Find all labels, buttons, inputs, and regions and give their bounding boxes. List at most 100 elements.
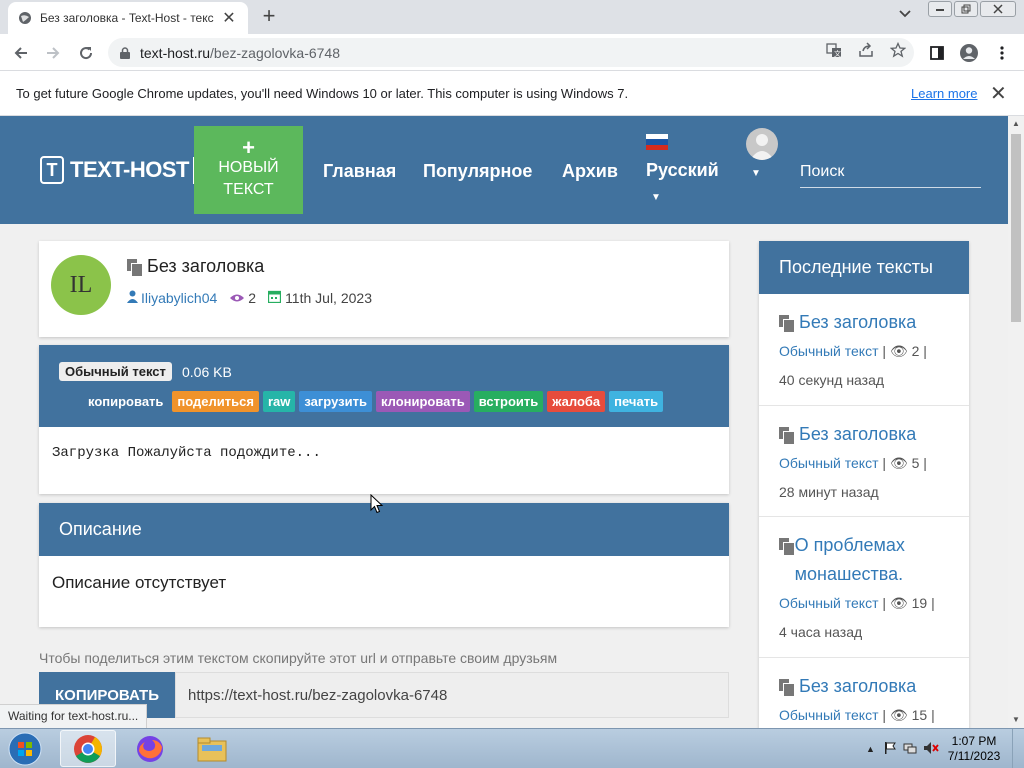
nav-archive[interactable]: Архив (562, 161, 618, 182)
recent-item: О проблемах монашества. Обычный текст | … (759, 517, 969, 658)
recent-item: Без заголовка Обычный текст | 👁 5 | 28 м… (759, 406, 969, 517)
post-title: Без заголовка (147, 256, 265, 276)
download-button[interactable]: загрузить (299, 391, 372, 412)
recent-texts-heading: Последние тексты (759, 241, 969, 294)
recent-type[interactable]: Обычный текст (779, 343, 879, 359)
recent-type[interactable]: Обычный текст (779, 707, 879, 723)
url-host: text-host.ru (140, 44, 211, 61)
browser-menu-icon[interactable] (989, 40, 1015, 66)
svg-text:文: 文 (834, 49, 841, 58)
recent-title[interactable]: Без заголовка (799, 672, 916, 701)
back-arrow-icon[interactable] (8, 40, 34, 66)
recent-meta: Обычный текст | 👁 15 | (779, 707, 935, 723)
post-info-card: IL Без заголовка Iliyabylich04 2 11th Ju… (39, 241, 729, 337)
recent-title-row[interactable]: Без заголовка (779, 308, 949, 337)
recent-time: 4 часа назад (779, 624, 863, 640)
page-scrollbar[interactable]: ▲ ▼ (1008, 116, 1024, 728)
eye-icon: 👁 (889, 595, 908, 611)
restore-window-button[interactable] (954, 1, 978, 17)
side-panel-icon[interactable] (924, 40, 950, 66)
update-infobar: To get future Google Chrome updates, you… (0, 71, 1024, 116)
tab-close-icon[interactable]: ✕ (220, 8, 238, 28)
learn-more-link[interactable]: Learn more (911, 86, 977, 101)
recent-title-row[interactable]: Без заголовка (779, 420, 949, 449)
forward-arrow-icon[interactable] (40, 40, 66, 66)
lock-icon[interactable] (120, 46, 130, 59)
nav-popular[interactable]: Популярное (423, 161, 532, 182)
show-desktop-button[interactable] (1012, 729, 1024, 768)
page-viewport: T TEXT-HOST RU + НОВЫЙ ТЕКСТ Главная Поп… (0, 116, 1008, 728)
report-button[interactable]: жалоба (547, 391, 606, 412)
scroll-up-arrow-icon[interactable]: ▲ (1008, 116, 1024, 132)
taskbar-clock[interactable]: 1:07 PM 7/11/2023 (944, 734, 1004, 764)
raw-button[interactable]: raw (262, 391, 296, 412)
firefox-taskbar-icon[interactable] (122, 730, 178, 767)
recent-title-row[interactable]: Без заголовка (779, 672, 949, 701)
description-heading: Описание (39, 503, 729, 556)
copy-button[interactable]: копировать (83, 391, 169, 412)
nav-home[interactable]: Главная (323, 161, 396, 182)
clone-button[interactable]: клонировать (375, 391, 470, 412)
clock-date: 7/11/2023 (947, 749, 1001, 763)
browser-tab[interactable]: Без заголовка - Text-Host - текс ✕ (8, 2, 248, 34)
recent-type[interactable]: Обычный текст (779, 455, 879, 471)
recent-meta: Обычный текст | 👁 2 | (779, 343, 927, 359)
document-icon (127, 258, 143, 277)
recent-time: 40 секунд назад (779, 372, 885, 388)
author-link[interactable]: Iliyabylich04 (141, 290, 217, 306)
tab-search-chevron-icon[interactable] (894, 6, 916, 28)
scroll-down-arrow-icon[interactable]: ▼ (1008, 712, 1024, 728)
text-content-card: Обычный текст 0.06 KB копировать поделит… (39, 345, 729, 494)
share-hint: Чтобы поделиться этим текстом скопируйте… (39, 650, 558, 666)
recent-title[interactable]: О проблемах монашества. (795, 531, 949, 589)
volume-muted-icon[interactable] (923, 741, 939, 758)
status-bubble: Waiting for text-host.ru... (0, 704, 148, 728)
share-url-field[interactable]: https://text-host.ru/bez-zagolovka-6748 (175, 672, 729, 718)
document-icon (779, 427, 795, 445)
share-icon[interactable] (857, 41, 875, 59)
url-path: /bez-zagolovka-6748 (210, 44, 341, 61)
recent-title[interactable]: Без заголовка (799, 420, 916, 449)
infobar-close-icon[interactable]: ✕ (990, 81, 1007, 106)
site-header: T TEXT-HOST RU + НОВЫЙ ТЕКСТ Главная Поп… (0, 116, 1008, 224)
search-input[interactable] (800, 154, 981, 188)
recent-type[interactable]: Обычный текст (779, 595, 879, 611)
recent-title[interactable]: Без заголовка (799, 308, 916, 337)
address-bar[interactable]: text-host.ru/bez-zagolovka-6748 (108, 38, 914, 67)
bookmark-star-icon[interactable] (889, 41, 907, 59)
windows-taskbar: ▲ 1:07 PM 7/11/2023 (0, 728, 1024, 768)
print-button[interactable]: печать (609, 391, 664, 412)
start-button[interactable] (4, 731, 46, 767)
chrome-taskbar-icon[interactable] (60, 730, 116, 767)
close-window-button[interactable] (980, 1, 1016, 17)
tray-expand-icon[interactable]: ▲ (866, 744, 875, 754)
new-text-label-line2: ТЕКСТ (223, 181, 274, 198)
recent-views: 2 (911, 343, 920, 359)
eye-icon: 👁 (889, 343, 908, 359)
recent-title-row[interactable]: О проблемах монашества. (779, 531, 949, 589)
text-type-badge: Обычный текст (59, 362, 172, 381)
user-avatar[interactable] (746, 128, 778, 160)
action-center-flag-icon[interactable] (883, 741, 897, 758)
network-icon[interactable] (903, 741, 917, 758)
minimize-window-button[interactable] (928, 1, 952, 17)
recent-meta: Обычный текст | 👁 19 | (779, 595, 935, 611)
recent-texts-panel: Последние тексты Без заголовка Обычный т… (759, 241, 969, 728)
user-menu-chevron-icon[interactable]: ▼ (751, 168, 761, 179)
embed-button[interactable]: встроить (473, 391, 544, 412)
scrollbar-thumb[interactable] (1011, 134, 1021, 322)
reload-icon[interactable] (73, 40, 99, 66)
text-actions: копировать поделиться raw загрузить клон… (83, 391, 667, 412)
file-explorer-taskbar-icon[interactable] (184, 730, 240, 767)
globe-icon (18, 11, 32, 25)
profile-avatar-icon[interactable] (956, 40, 982, 66)
system-tray: ▲ (866, 729, 939, 768)
recent-meta: Обычный текст | 👁 5 | (779, 455, 927, 471)
new-tab-button[interactable]: + (256, 4, 282, 30)
browser-toolbar: text-host.ru/bez-zagolovka-6748 文 (0, 34, 1024, 71)
new-text-button[interactable]: + НОВЫЙ ТЕКСТ (194, 126, 303, 214)
language-selector[interactable]: Русский ▼ (646, 134, 719, 203)
translate-icon[interactable]: 文 (825, 41, 843, 59)
post-meta: Iliyabylich04 2 11th Jul, 2023 (127, 290, 372, 306)
share-button[interactable]: поделиться (172, 391, 259, 412)
